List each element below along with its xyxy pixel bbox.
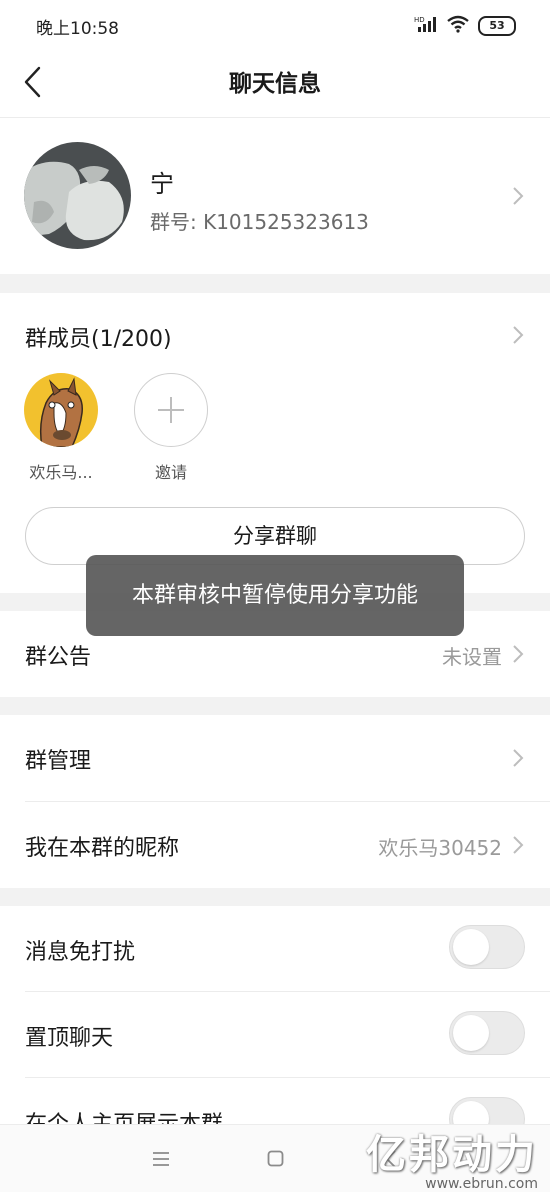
- toggle-knob: [453, 1015, 489, 1051]
- member-name: 欢乐马...: [29, 463, 93, 482]
- invite-circle[interactable]: [134, 373, 208, 447]
- page-title: 聊天信息: [229, 71, 321, 97]
- section-gap: [0, 888, 550, 906]
- toast-message: 本群审核中暂停使用分享功能: [86, 555, 464, 636]
- invite-button[interactable]: 邀请: [127, 373, 215, 483]
- nav-bar: 聊天信息: [0, 52, 550, 118]
- battery-indicator: 53: [478, 16, 516, 36]
- chevron-right-icon: [513, 749, 524, 767]
- nickname-value: 欢乐马30452: [378, 836, 502, 860]
- wifi-icon: [446, 15, 470, 38]
- announcement-value: 未设置: [442, 645, 502, 669]
- chevron-right-icon[interactable]: [512, 325, 524, 345]
- member-avatar: [24, 373, 98, 447]
- watermark: 亿邦动力 www.ebrun.com: [366, 1122, 538, 1192]
- group-name: 宁: [150, 170, 174, 198]
- status-time: 晚上10:58: [36, 18, 119, 39]
- pin-label: 置顶聊天: [25, 1026, 114, 1051]
- announcement-label: 群公告: [25, 645, 92, 670]
- status-icons: HD 53: [414, 15, 516, 38]
- chevron-right-icon: [513, 187, 524, 205]
- section-gap: [0, 697, 550, 715]
- pin-chat-row: 置顶聊天: [0, 992, 550, 1078]
- group-id: 群号: K101525323613: [150, 210, 369, 234]
- group-manage-row[interactable]: 群管理: [0, 715, 550, 801]
- nickname-row[interactable]: 我在本群的昵称 欢乐马30452: [0, 802, 550, 888]
- member-item[interactable]: 欢乐马...: [17, 373, 105, 483]
- nickname-label: 我在本群的昵称: [25, 836, 180, 861]
- section-gap: [0, 274, 550, 293]
- chevron-right-icon: [513, 645, 524, 663]
- pin-toggle[interactable]: [449, 1011, 525, 1055]
- menu-icon[interactable]: [152, 1151, 170, 1167]
- group-avatar: [24, 142, 131, 249]
- invite-label: 邀请: [154, 463, 187, 482]
- plus-icon: [158, 397, 184, 423]
- mute-label: 消息免打扰: [25, 940, 136, 965]
- members-title[interactable]: 群成员(1/200): [25, 321, 172, 353]
- home-square-icon[interactable]: [267, 1150, 284, 1167]
- members-section: 群成员(1/200) 欢乐马... 邀请 分享群聊: [0, 293, 550, 593]
- signal-icon: HD: [414, 15, 438, 38]
- manage-label: 群管理: [25, 749, 92, 774]
- watermark-logo: 亿邦动力: [366, 1132, 538, 1178]
- status-bar: 晚上10:58 HD 53: [0, 0, 550, 52]
- mute-toggle[interactable]: [449, 925, 525, 969]
- toggle-knob: [453, 929, 489, 965]
- chevron-right-icon: [513, 836, 524, 854]
- hd-label: HD: [414, 16, 425, 24]
- group-info-row[interactable]: 宁 群号: K101525323613: [0, 118, 550, 274]
- mute-row: 消息免打扰: [0, 906, 550, 992]
